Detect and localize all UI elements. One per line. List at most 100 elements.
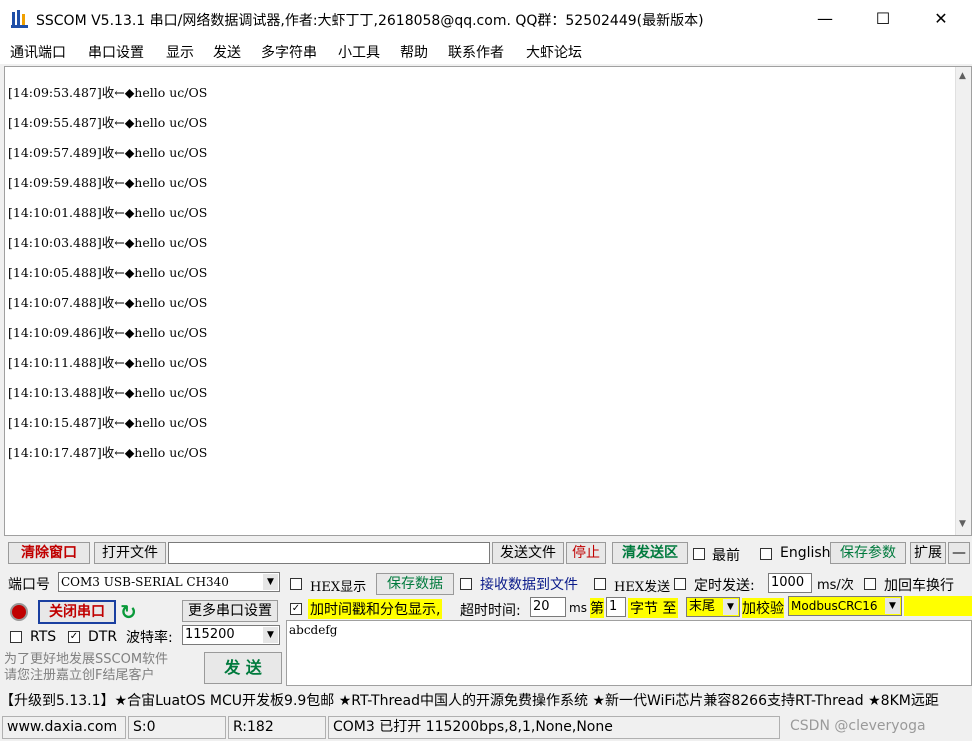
add-crlf-label: 加回车换行 bbox=[884, 578, 954, 594]
close-port-button[interactable]: 关闭串口 bbox=[38, 600, 116, 624]
menu-display[interactable]: 显示 bbox=[166, 42, 194, 62]
status-sent: S:0 bbox=[128, 716, 226, 739]
byte-end-select[interactable]: 末尾 ▼ bbox=[686, 597, 740, 617]
maximize-button[interactable]: ☐ bbox=[854, 0, 912, 38]
byte-suffix: 字节 至 bbox=[628, 598, 679, 618]
menu-bar: 通讯端口 串口设置 显示 发送 多字符串 小工具 帮助 联系作者 大虾论坛 bbox=[0, 38, 972, 64]
watermark: CSDN @cleveryoga bbox=[790, 718, 926, 734]
recv-to-file-checkbox[interactable] bbox=[460, 578, 472, 590]
save-params-button[interactable]: 保存参数 bbox=[830, 542, 906, 564]
hex-send-checkbox[interactable] bbox=[594, 578, 606, 590]
refresh-icon[interactable]: ↻ bbox=[120, 600, 144, 624]
menu-comm-port[interactable]: 通讯端口 bbox=[10, 42, 66, 62]
stop-button[interactable]: 停止 bbox=[566, 542, 606, 564]
menu-tools[interactable]: 小工具 bbox=[338, 42, 380, 62]
log-line: [14:10:09.486]收←◆hello uc/OS bbox=[8, 325, 208, 340]
vertical-scrollbar[interactable]: ▲ ▼ bbox=[955, 67, 971, 535]
add-crlf-checkbox[interactable] bbox=[864, 578, 876, 590]
topmost-checkbox[interactable] bbox=[693, 548, 705, 560]
log-line: [14:09:53.487]收←◆hello uc/OS bbox=[8, 85, 208, 100]
log-line: [14:10:17.487]收←◆hello uc/OS bbox=[8, 445, 208, 460]
status-received: R:182 bbox=[228, 716, 326, 739]
checksum-value: ModbusCRC16 bbox=[791, 599, 878, 613]
file-path-input[interactable] bbox=[168, 542, 490, 564]
log-line: [14:10:15.487]收←◆hello uc/OS bbox=[8, 415, 208, 430]
timestamp-label: 加时间戳和分包显示, bbox=[308, 599, 443, 619]
port-value: COM3 USB-SERIAL CH340 bbox=[61, 575, 229, 589]
log-line: [14:10:13.488]收←◆hello uc/OS bbox=[8, 385, 208, 400]
log-line: [14:09:55.487]收←◆hello uc/OS bbox=[8, 115, 208, 130]
english-checkbox[interactable] bbox=[760, 548, 772, 560]
menu-contact[interactable]: 联系作者 bbox=[448, 42, 504, 62]
menu-multi-string[interactable]: 多字符串 bbox=[261, 42, 317, 62]
send-textarea[interactable]: abcdefg bbox=[286, 620, 972, 686]
timed-send-checkbox[interactable] bbox=[674, 578, 686, 590]
chevron-down-icon: ▼ bbox=[885, 598, 900, 614]
log-line: [14:09:59.488]收←◆hello uc/OS bbox=[8, 175, 208, 190]
port-label: 端口号 bbox=[8, 577, 50, 593]
promo-ticker[interactable]: 【升级到5.13.1】★合宙LuatOS MCU开发板9.9包邮 ★RT-Thr… bbox=[0, 690, 972, 712]
send-button[interactable]: 发 送 bbox=[204, 652, 282, 684]
byte-end-value: 末尾 bbox=[689, 599, 716, 614]
interval-input[interactable]: 1000 bbox=[768, 573, 812, 593]
minimize-button[interactable]: — bbox=[796, 0, 854, 38]
promo-text[interactable]: 为了更好地发展SSCOM软件 请您注册嘉立创F结尾客户 bbox=[4, 652, 200, 686]
clear-send-button[interactable]: 清发送区 bbox=[612, 542, 688, 564]
save-data-button[interactable]: 保存数据 bbox=[376, 573, 454, 595]
title-bar: SSCOM V5.13.1 串口/网络数据调试器,作者:大虾丁丁,2618058… bbox=[0, 0, 972, 38]
timeout-unit: ms bbox=[569, 601, 587, 615]
timeout-label: 超时时间: bbox=[460, 603, 521, 619]
chevron-down-icon: ▼ bbox=[263, 574, 278, 590]
send-file-button[interactable]: 发送文件 bbox=[492, 542, 564, 564]
chevron-down-icon: ▼ bbox=[723, 599, 738, 615]
english-label: English bbox=[780, 545, 831, 561]
receive-area[interactable]: [14:09:53.487]收←◆hello uc/OS [14:09:55.4… bbox=[4, 66, 972, 536]
more-settings-button[interactable]: 更多串口设置 bbox=[182, 600, 278, 622]
log-line: [14:10:01.488]收←◆hello uc/OS bbox=[8, 205, 208, 220]
recv-to-file-label[interactable]: 接收数据到文件 bbox=[480, 574, 578, 594]
log-line: [14:10:07.488]收←◆hello uc/OS bbox=[8, 295, 208, 310]
timestamp-checkbox[interactable]: ✓ bbox=[290, 603, 302, 615]
menu-send[interactable]: 发送 bbox=[213, 42, 241, 62]
chevron-down-icon: ▼ bbox=[263, 627, 278, 643]
dtr-label: DTR bbox=[88, 629, 118, 645]
byte-index-input[interactable]: 1 bbox=[606, 597, 626, 617]
status-port-state: COM3 已打开 115200bps,8,1,None,None bbox=[328, 716, 780, 739]
port-select[interactable]: COM3 USB-SERIAL CH340 ▼ bbox=[58, 572, 280, 592]
open-file-button[interactable]: 打开文件 bbox=[94, 542, 166, 564]
baud-value: 115200 bbox=[185, 627, 235, 642]
timed-send-label: 定时发送: bbox=[694, 578, 755, 594]
log-line: [14:10:03.488]收←◆hello uc/OS bbox=[8, 235, 208, 250]
scroll-up-icon[interactable]: ▲ bbox=[959, 71, 966, 81]
collapse-button[interactable]: — bbox=[948, 542, 970, 564]
expand-button[interactable]: 扩展 bbox=[910, 542, 946, 564]
menu-forum[interactable]: 大虾论坛 bbox=[526, 42, 582, 62]
menu-serial-settings[interactable]: 串口设置 bbox=[88, 42, 144, 62]
interval-unit: ms/次 bbox=[817, 578, 854, 593]
timeout-input[interactable]: 20 bbox=[530, 597, 566, 617]
scroll-down-icon[interactable]: ▼ bbox=[959, 519, 966, 529]
log-line: [14:10:05.488]收←◆hello uc/OS bbox=[8, 265, 208, 280]
rts-checkbox[interactable] bbox=[10, 631, 22, 643]
topmost-label: 最前 bbox=[712, 548, 740, 564]
hex-send-label: HEX发送 bbox=[614, 580, 671, 595]
log-line: [14:09:57.489]收←◆hello uc/OS bbox=[8, 145, 208, 160]
menu-help[interactable]: 帮助 bbox=[400, 42, 428, 62]
status-bar: www.daxia.com S:0 R:182 COM3 已打开 115200b… bbox=[0, 714, 972, 741]
send-text: abcdefg bbox=[289, 623, 338, 637]
byte-prefix: 第 bbox=[590, 598, 604, 618]
close-button[interactable]: ✕ bbox=[912, 0, 970, 38]
rts-label: RTS bbox=[30, 629, 57, 645]
hex-display-label: HEX显示 bbox=[310, 580, 367, 595]
status-site[interactable]: www.daxia.com bbox=[2, 716, 126, 739]
clear-window-button[interactable]: 清除窗口 bbox=[8, 542, 90, 564]
dtr-checkbox[interactable]: ✓ bbox=[68, 631, 80, 643]
baud-select[interactable]: 115200 ▼ bbox=[182, 625, 280, 645]
checksum-select[interactable]: ModbusCRC16 ▼ bbox=[788, 596, 902, 616]
checksum-label: 加校验 bbox=[742, 598, 784, 618]
port-status-icon bbox=[10, 603, 28, 621]
app-icon bbox=[10, 9, 30, 29]
checksum-result bbox=[904, 596, 972, 616]
hex-display-checkbox[interactable] bbox=[290, 578, 302, 590]
window-title: SSCOM V5.13.1 串口/网络数据调试器,作者:大虾丁丁,2618058… bbox=[36, 13, 704, 29]
